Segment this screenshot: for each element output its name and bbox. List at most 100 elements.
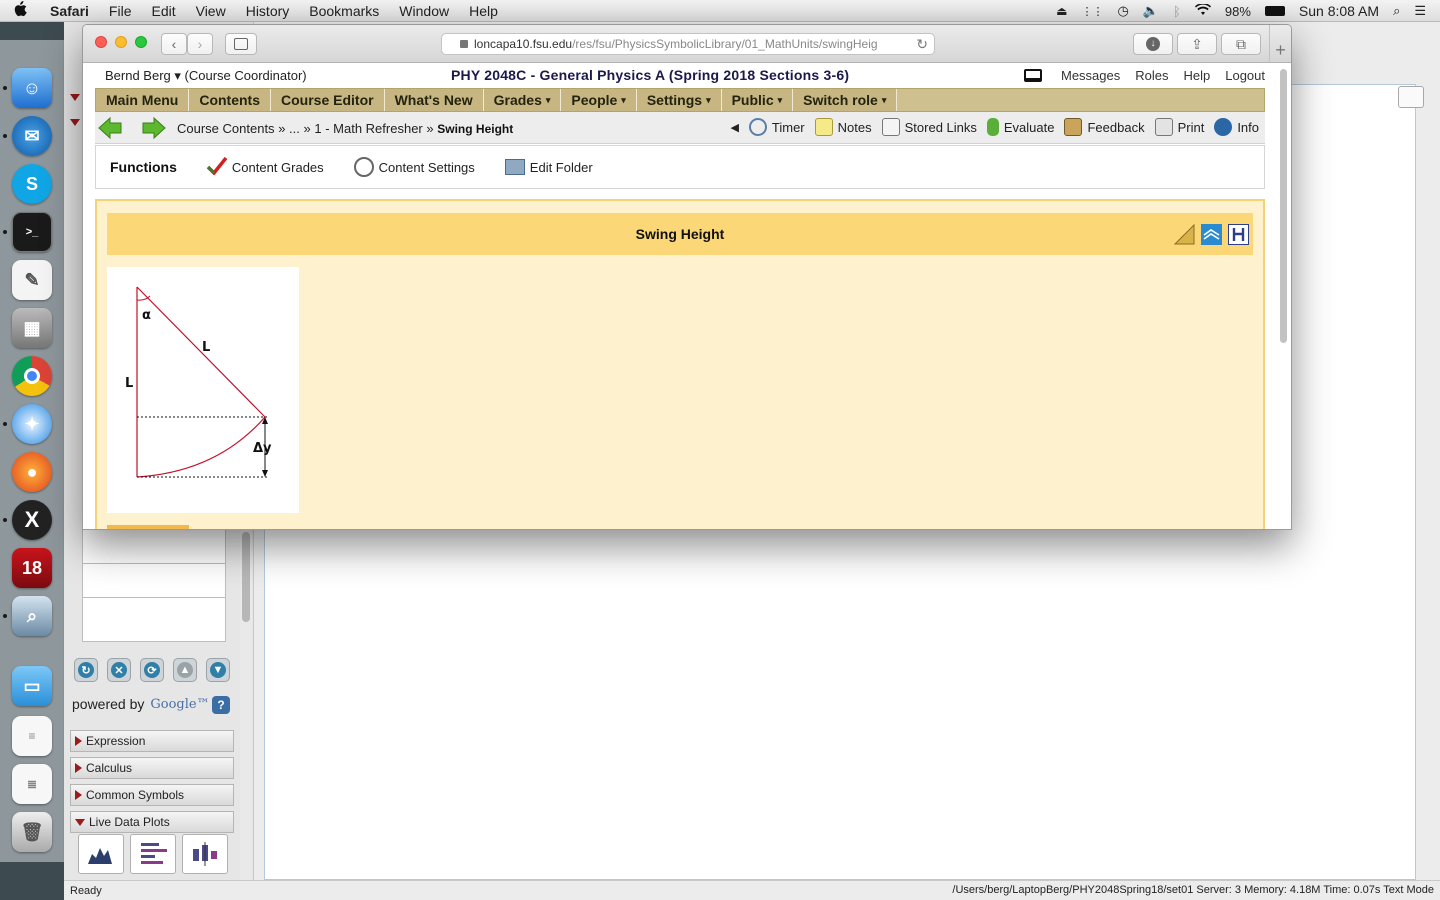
info-tool[interactable]: Info — [1214, 118, 1259, 136]
histogram-plot-icon[interactable] — [78, 834, 124, 874]
nav-people[interactable]: People ▾ — [561, 89, 637, 111]
content-settings-link[interactable]: Content Settings — [353, 157, 475, 177]
safari-icon[interactable]: ✦ — [12, 404, 52, 444]
terminal-icon[interactable]: >_ — [12, 212, 52, 252]
volume-icon[interactable]: 🔈 — [1143, 3, 1159, 19]
bluetooth-icon[interactable]: ᛒ — [1173, 4, 1181, 19]
nav-switch-role[interactable]: Switch role ▾ — [793, 89, 898, 111]
nav-main-menu[interactable]: Main Menu — [96, 89, 190, 111]
thunderbird-icon[interactable]: ✉ — [12, 116, 52, 156]
previous-arrow-icon[interactable] — [97, 116, 123, 140]
preview-icon[interactable]: ⌕ — [12, 596, 52, 636]
background-result-list[interactable] — [82, 528, 226, 642]
firefox-icon[interactable]: ● — [12, 452, 52, 492]
finder-icon[interactable]: ☺ — [12, 68, 52, 108]
calendar-app-icon[interactable]: 18 — [12, 548, 52, 588]
forward-button[interactable]: › — [187, 33, 213, 55]
link-logout[interactable]: Logout — [1225, 68, 1265, 83]
crumb-course-contents[interactable]: Course Contents — [177, 121, 275, 136]
print-tool[interactable]: Print — [1154, 118, 1204, 136]
trash-icon[interactable]: 🗑 — [12, 812, 52, 852]
wifi-icon[interactable] — [1194, 2, 1211, 19]
menu-file[interactable]: File — [99, 3, 142, 19]
clock[interactable]: Sun 8:08 AM — [1299, 3, 1379, 19]
minimize-window-button[interactable] — [115, 36, 127, 48]
x11-icon[interactable]: X — [12, 500, 52, 540]
content-grades-link[interactable]: Content Grades — [206, 156, 324, 178]
apple-menu-icon[interactable] — [0, 0, 40, 21]
main-nav: Main Menu Contents Course Editor What's … — [95, 88, 1265, 112]
calculator-icon[interactable]: ▦ — [12, 308, 52, 348]
nav-grades[interactable]: Grades ▾ — [483, 89, 562, 111]
notes-icon — [814, 118, 833, 136]
battery-icon[interactable] — [1264, 6, 1285, 16]
link-messages[interactable]: Messages — [1061, 68, 1120, 83]
crumb-math-refresher[interactable]: 1 - Math Refresher — [314, 121, 422, 136]
hint-h-icon[interactable] — [1228, 224, 1249, 245]
user-role-menu[interactable]: Bernd Berg ▾ (Course Coordinator) — [105, 68, 307, 84]
reload-icon[interactable]: ↻ — [916, 36, 928, 53]
notification-center-icon[interactable]: ☰ — [1414, 3, 1426, 19]
network-activity-icon[interactable]: ⋮⋮ — [1082, 5, 1104, 18]
close-window-button[interactable] — [95, 36, 107, 48]
page-scrollbar[interactable] — [1280, 69, 1287, 343]
feedback-tool[interactable]: Feedback — [1064, 118, 1145, 136]
clear-icon[interactable]: ✕ — [107, 658, 131, 682]
notes-tool[interactable]: Notes — [814, 118, 872, 136]
zoom-window-button[interactable] — [135, 36, 147, 48]
section-live-data-plots[interactable]: Live Data Plots — [70, 811, 234, 833]
menu-app-name[interactable]: Safari — [40, 3, 99, 19]
sidebar-toggle-icon[interactable] — [225, 33, 257, 55]
eject-icon[interactable]: ⏏ — [1056, 4, 1067, 18]
refresh-icon[interactable]: ↻ — [74, 658, 98, 682]
stored-links-tool[interactable]: Stored Links — [881, 118, 977, 136]
section-calculus[interactable]: Calculus — [70, 757, 234, 779]
address-bar[interactable]: loncapa10.fsu.edu/res/fsu/PhysicsSymboli… — [441, 33, 935, 55]
monitor-icon[interactable] — [1023, 69, 1042, 82]
edit-folder-link[interactable]: Edit Folder — [504, 159, 593, 175]
bar-plot-icon[interactable] — [130, 834, 176, 874]
tabs-overview-icon[interactable]: ⧉ — [1221, 33, 1261, 55]
time-machine-icon[interactable]: ◷ — [1118, 3, 1129, 19]
collapse-tools-icon[interactable]: ◀ — [730, 121, 738, 134]
menu-help[interactable]: Help — [459, 3, 508, 19]
nav-settings[interactable]: Settings ▾ — [636, 89, 722, 111]
nav-contents[interactable]: Contents — [189, 89, 272, 111]
menu-history[interactable]: History — [236, 3, 300, 19]
battery-percent[interactable]: 98% — [1225, 4, 1251, 19]
nav-public[interactable]: Public ▾ — [721, 89, 794, 111]
nav-course-editor[interactable]: Course Editor — [271, 89, 385, 111]
evaluate-tool[interactable]: Evaluate — [986, 118, 1054, 136]
textedit-icon[interactable]: ✎ — [12, 260, 52, 300]
spotlight-icon[interactable]: ⌕ — [1393, 3, 1400, 19]
help-button[interactable]: ? — [212, 696, 230, 714]
next-arrow-icon[interactable] — [141, 116, 167, 140]
menu-edit[interactable]: Edit — [141, 3, 185, 19]
menu-window[interactable]: Window — [389, 3, 459, 19]
sync-icon[interactable]: ⟳ — [140, 658, 164, 682]
document-stack-icon[interactable]: ≣ — [12, 764, 52, 804]
chrome-icon[interactable] — [12, 356, 52, 396]
move-up-icon[interactable]: ▲ — [173, 658, 197, 682]
crumb-ellipsis[interactable]: ... — [289, 121, 300, 136]
nav-whats-new[interactable]: What's New — [384, 89, 484, 111]
share-icon[interactable]: ⇪ — [1177, 33, 1217, 55]
timer-tool[interactable]: Timer — [748, 118, 805, 136]
back-button[interactable]: ‹ — [161, 33, 187, 55]
document-icon[interactable]: ≡ — [12, 716, 52, 756]
folder-icon[interactable]: ▭ — [12, 666, 52, 706]
background-toolbar-icon[interactable] — [1398, 86, 1424, 108]
box-plot-icon[interactable] — [182, 834, 228, 874]
move-down-icon[interactable]: ▼ — [206, 658, 230, 682]
skype-icon[interactable]: S — [12, 164, 52, 204]
book-icon[interactable] — [1201, 224, 1222, 245]
menu-bookmarks[interactable]: Bookmarks — [299, 3, 389, 19]
menu-view[interactable]: View — [186, 3, 236, 19]
ruler-icon[interactable] — [1173, 223, 1195, 245]
link-help[interactable]: Help — [1183, 68, 1210, 83]
new-tab-button[interactable]: + — [1269, 25, 1291, 63]
link-roles[interactable]: Roles — [1135, 68, 1168, 83]
section-expression[interactable]: Expression — [70, 730, 234, 752]
downloads-icon[interactable]: ↓ — [1133, 33, 1173, 55]
section-common-symbols[interactable]: Common Symbols — [70, 784, 234, 806]
